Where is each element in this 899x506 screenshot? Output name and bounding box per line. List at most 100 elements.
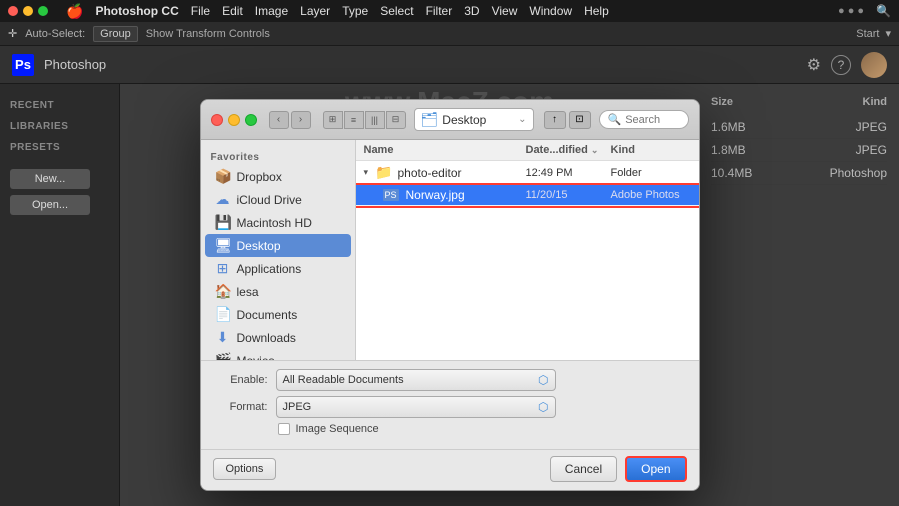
modal-controls: Enable: All Readable Documents ⬡ Format:… — [201, 360, 699, 449]
favorites-label: Favorites — [201, 148, 355, 165]
dropbox-icon: 📦 — [215, 168, 231, 185]
modal-footer: Options Cancel Open — [201, 449, 699, 490]
user-avatar[interactable] — [861, 52, 887, 78]
file-kind-1: Adobe Photos — [611, 189, 691, 201]
minimize-button[interactable] — [23, 6, 33, 16]
file-row-photo-editor[interactable]: ▾ 📁 photo-editor 12:49 PM Folder — [356, 161, 699, 185]
close-button[interactable] — [8, 6, 18, 16]
maximize-button[interactable] — [38, 6, 48, 16]
sidebar-dropbox-label: Dropbox — [237, 170, 282, 184]
sidebar-item-documents[interactable]: 📄 Documents — [205, 303, 351, 326]
search-input[interactable] — [625, 114, 685, 126]
modal-zoom-button[interactable] — [245, 114, 257, 126]
back-button[interactable]: ‹ — [269, 111, 289, 129]
help-icon[interactable]: ? — [831, 55, 851, 75]
downloads-icon: ⬇ — [215, 329, 231, 346]
image-sequence-row: Image Sequence — [278, 423, 687, 435]
sidebar-item-downloads[interactable]: ⬇ Downloads — [205, 326, 351, 349]
sidebar-item-icloud[interactable]: ☁ iCloud Drive — [205, 188, 351, 211]
ps-header: Ps Photoshop ⚙ ? — [0, 46, 899, 84]
menu-photoshop-cc[interactable]: Photoshop CC — [95, 4, 178, 18]
menu-image[interactable]: Image — [255, 4, 288, 18]
forward-button[interactable]: › — [291, 111, 311, 129]
modal-close-button[interactable] — [211, 114, 223, 126]
sidebar-toggle-button[interactable]: ⊡ — [569, 111, 591, 129]
file-kind-0: Folder — [611, 167, 691, 179]
menu-select[interactable]: Select — [380, 4, 413, 18]
menu-3d[interactable]: 3D — [464, 4, 479, 18]
sidebar-item-applications[interactable]: ⊞ Applications — [205, 257, 351, 280]
location-text: Desktop — [442, 113, 486, 127]
file-row-norway[interactable]: PS Norway.jpg 11/20/15 Adobe Photos — [356, 185, 699, 206]
location-bar[interactable]: 🗂 Desktop ⌄ — [414, 108, 534, 131]
auto-select-dropdown[interactable]: Group — [93, 26, 138, 42]
sidebar-item-movies[interactable]: 🎬 Movies — [205, 349, 351, 360]
sidebar-home-label: lesa — [237, 285, 259, 299]
sidebar-item-dropbox[interactable]: 📦 Dropbox — [205, 165, 351, 188]
traffic-lights — [8, 6, 48, 16]
open-button[interactable]: Open — [625, 456, 686, 482]
sidebar-desktop-label: Desktop — [237, 239, 281, 253]
image-sequence-label: Image Sequence — [296, 423, 379, 435]
name-column-header[interactable]: Name — [364, 144, 526, 156]
enable-label: Enable: — [213, 374, 268, 386]
list-view-button[interactable]: ≡ — [344, 111, 364, 129]
menu-help[interactable]: Help — [584, 4, 609, 18]
cover-flow-button[interactable]: ⊟ — [386, 111, 406, 129]
settings-icon[interactable]: ⚙ — [807, 55, 821, 75]
modal-titlebar: ‹ › ⊞ ≡ ||| ⊟ 🗂 Desktop ⌄ ↑ ⊡ — [201, 100, 699, 140]
icon-view-button[interactable]: ⊞ — [323, 111, 343, 129]
enable-value: All Readable Documents — [283, 374, 404, 386]
start-dropdown-icon[interactable]: ▾ — [885, 27, 891, 40]
menu-file[interactable]: File — [191, 4, 210, 18]
menu-view[interactable]: View — [492, 4, 518, 18]
sidebar-item-desktop[interactable]: 🖥 Desktop — [205, 234, 351, 257]
show-transform-label[interactable]: Show Transform Controls — [146, 28, 270, 40]
hdd-icon: 💾 — [215, 214, 231, 231]
icloud-icon: ☁ — [215, 191, 231, 208]
file-list-header: Name Date...dified ⌄ Kind — [356, 140, 699, 161]
file-name-text: photo-editor — [397, 166, 461, 180]
share-button[interactable]: ↑ — [544, 111, 566, 129]
cancel-button[interactable]: Cancel — [550, 456, 617, 482]
sort-indicator: ⌄ — [591, 145, 599, 155]
date-column-header[interactable]: Date...dified ⌄ — [526, 144, 611, 156]
move-tool-icon: ✛ — [8, 27, 17, 40]
applications-icon: ⊞ — [215, 260, 231, 277]
menu-window[interactable]: Window — [529, 4, 572, 18]
file-name-text-1: Norway.jpg — [406, 188, 465, 202]
folder-icon: 📁 — [375, 164, 392, 181]
search-icon[interactable]: 🔍 — [876, 4, 891, 18]
ps-options-toolbar: ✛ Auto-Select: Group Show Transform Cont… — [0, 22, 899, 46]
format-dropdown[interactable]: JPEG ⬡ — [276, 396, 556, 418]
modal-nav-buttons: ‹ › — [269, 111, 311, 129]
file-sidebar: Favorites 📦 Dropbox ☁ iCloud Drive 💾 Mac… — [201, 140, 356, 360]
disclosure-triangle[interactable]: ▾ — [364, 167, 369, 178]
format-row: Format: JPEG ⬡ — [213, 396, 687, 418]
modal-body: Favorites 📦 Dropbox ☁ iCloud Drive 💾 Mac… — [201, 140, 699, 360]
menu-edit[interactable]: Edit — [222, 4, 243, 18]
sidebar-item-macintosh-hd[interactable]: 💾 Macintosh HD — [205, 211, 351, 234]
sidebar-applications-label: Applications — [237, 262, 302, 276]
menu-type[interactable]: Type — [342, 4, 368, 18]
modal-minimize-button[interactable] — [228, 114, 240, 126]
search-box[interactable]: 🔍 — [599, 110, 689, 129]
location-folder-icon: 🗂 — [421, 111, 439, 128]
documents-icon: 📄 — [215, 306, 231, 323]
main-content: www.MacZ.com RECENT LIBRARIES PRESETS Ne… — [0, 84, 899, 506]
sidebar-machd-label: Macintosh HD — [237, 216, 312, 230]
enable-dropdown[interactable]: All Readable Documents ⬡ — [276, 369, 556, 391]
image-sequence-checkbox[interactable] — [278, 423, 290, 435]
menu-filter[interactable]: Filter — [426, 4, 453, 18]
file-list-area: Name Date...dified ⌄ Kind ▾ 📁 photo-edit… — [356, 140, 699, 360]
location-dropdown-icon[interactable]: ⌄ — [518, 114, 526, 125]
column-view-button[interactable]: ||| — [365, 111, 385, 129]
kind-column-header[interactable]: Kind — [611, 144, 691, 156]
options-button[interactable]: Options — [213, 458, 277, 480]
home-icon: 🏠 — [215, 283, 231, 300]
file-date-1: 11/20/15 — [526, 189, 611, 201]
desktop-icon: 🖥 — [215, 237, 231, 254]
sidebar-item-home[interactable]: 🏠 lesa — [205, 280, 351, 303]
apple-menu[interactable]: 🍎 — [66, 3, 83, 20]
menu-layer[interactable]: Layer — [300, 4, 330, 18]
